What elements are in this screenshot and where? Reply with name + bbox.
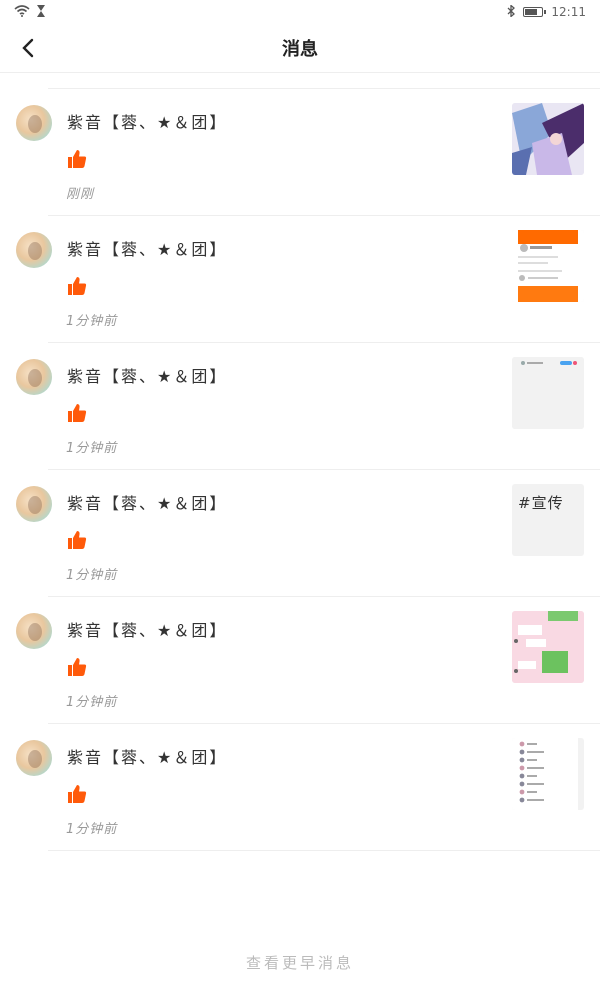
message-item[interactable]: 紫音【蓉、★＆团】 1分钟前 — [0, 216, 600, 343]
post-thumbnail[interactable]: #宣传 — [512, 484, 584, 556]
thumbnail-text: #宣传 — [518, 494, 564, 512]
username[interactable]: 紫音【蓉、★＆团】 — [67, 236, 227, 260]
message-item[interactable]: 紫音【蓉、★＆团】刚刚 — [0, 72, 600, 89]
post-thumbnail[interactable] — [512, 230, 584, 302]
status-time: 12:11 — [551, 5, 586, 19]
post-thumbnail[interactable] — [512, 357, 584, 429]
username[interactable]: 紫音【蓉、★＆团】 — [67, 363, 227, 387]
thumbs-up-icon — [67, 657, 87, 677]
divider — [48, 850, 600, 851]
thumbs-up-icon — [67, 784, 87, 804]
username[interactable]: 紫音【蓉、★＆团】 — [67, 490, 227, 514]
wifi-icon — [14, 4, 30, 20]
thumbs-up-icon — [67, 149, 87, 169]
chevron-left-icon — [22, 38, 34, 58]
message-time: 1分钟前 — [66, 314, 118, 329]
battery-level — [525, 9, 537, 15]
avatar[interactable] — [16, 486, 52, 522]
message-time: 1分钟前 — [66, 568, 118, 583]
page-title: 消息 — [282, 39, 318, 60]
back-button[interactable] — [12, 32, 44, 64]
thumbs-up-icon — [67, 403, 87, 423]
hourglass-icon — [36, 4, 46, 20]
username[interactable]: 紫音【蓉、★＆团】 — [67, 744, 227, 768]
post-thumbnail[interactable] — [512, 103, 584, 175]
message-list[interactable]: 紫音【蓉、★＆团】刚刚紫音【蓉、★＆团】刚刚紫音【蓉、★＆团】1分钟前紫音【蓉、… — [0, 72, 600, 940]
post-thumbnail[interactable] — [512, 738, 584, 810]
thumbs-up-icon — [67, 530, 87, 550]
avatar[interactable] — [16, 232, 52, 268]
username[interactable]: 紫音【蓉、★＆团】 — [67, 109, 227, 133]
top-bar: 消息 — [0, 24, 600, 73]
post-thumbnail[interactable] — [512, 611, 584, 683]
battery-icon — [523, 7, 547, 17]
load-more-link[interactable]: 查看更早消息 — [0, 952, 600, 973]
avatar[interactable] — [16, 105, 52, 141]
bluetooth-icon — [507, 3, 516, 20]
avatar[interactable] — [16, 613, 52, 649]
message-item[interactable]: 紫音【蓉、★＆团】 1分钟前 #宣传 — [0, 470, 600, 597]
message-time: 1分钟前 — [66, 822, 118, 837]
message-time: 1分钟前 — [66, 441, 118, 456]
message-item[interactable]: 紫音【蓉、★＆团】 1分钟前 — [0, 343, 600, 470]
message-item[interactable]: 紫音【蓉、★＆团】 1分钟前 — [0, 724, 600, 851]
username[interactable]: 紫音【蓉、★＆团】 — [67, 617, 227, 641]
avatar[interactable] — [16, 740, 52, 776]
thumbs-up-icon — [67, 276, 87, 296]
avatar[interactable] — [16, 359, 52, 395]
message-time: 刚刚 — [66, 187, 95, 202]
message-time: 1分钟前 — [66, 695, 118, 710]
status-bar: 12:11 — [0, 0, 600, 24]
message-item[interactable]: 紫音【蓉、★＆团】刚刚 — [0, 89, 600, 216]
message-item[interactable]: 紫音【蓉、★＆团】 1分钟前 — [0, 597, 600, 724]
